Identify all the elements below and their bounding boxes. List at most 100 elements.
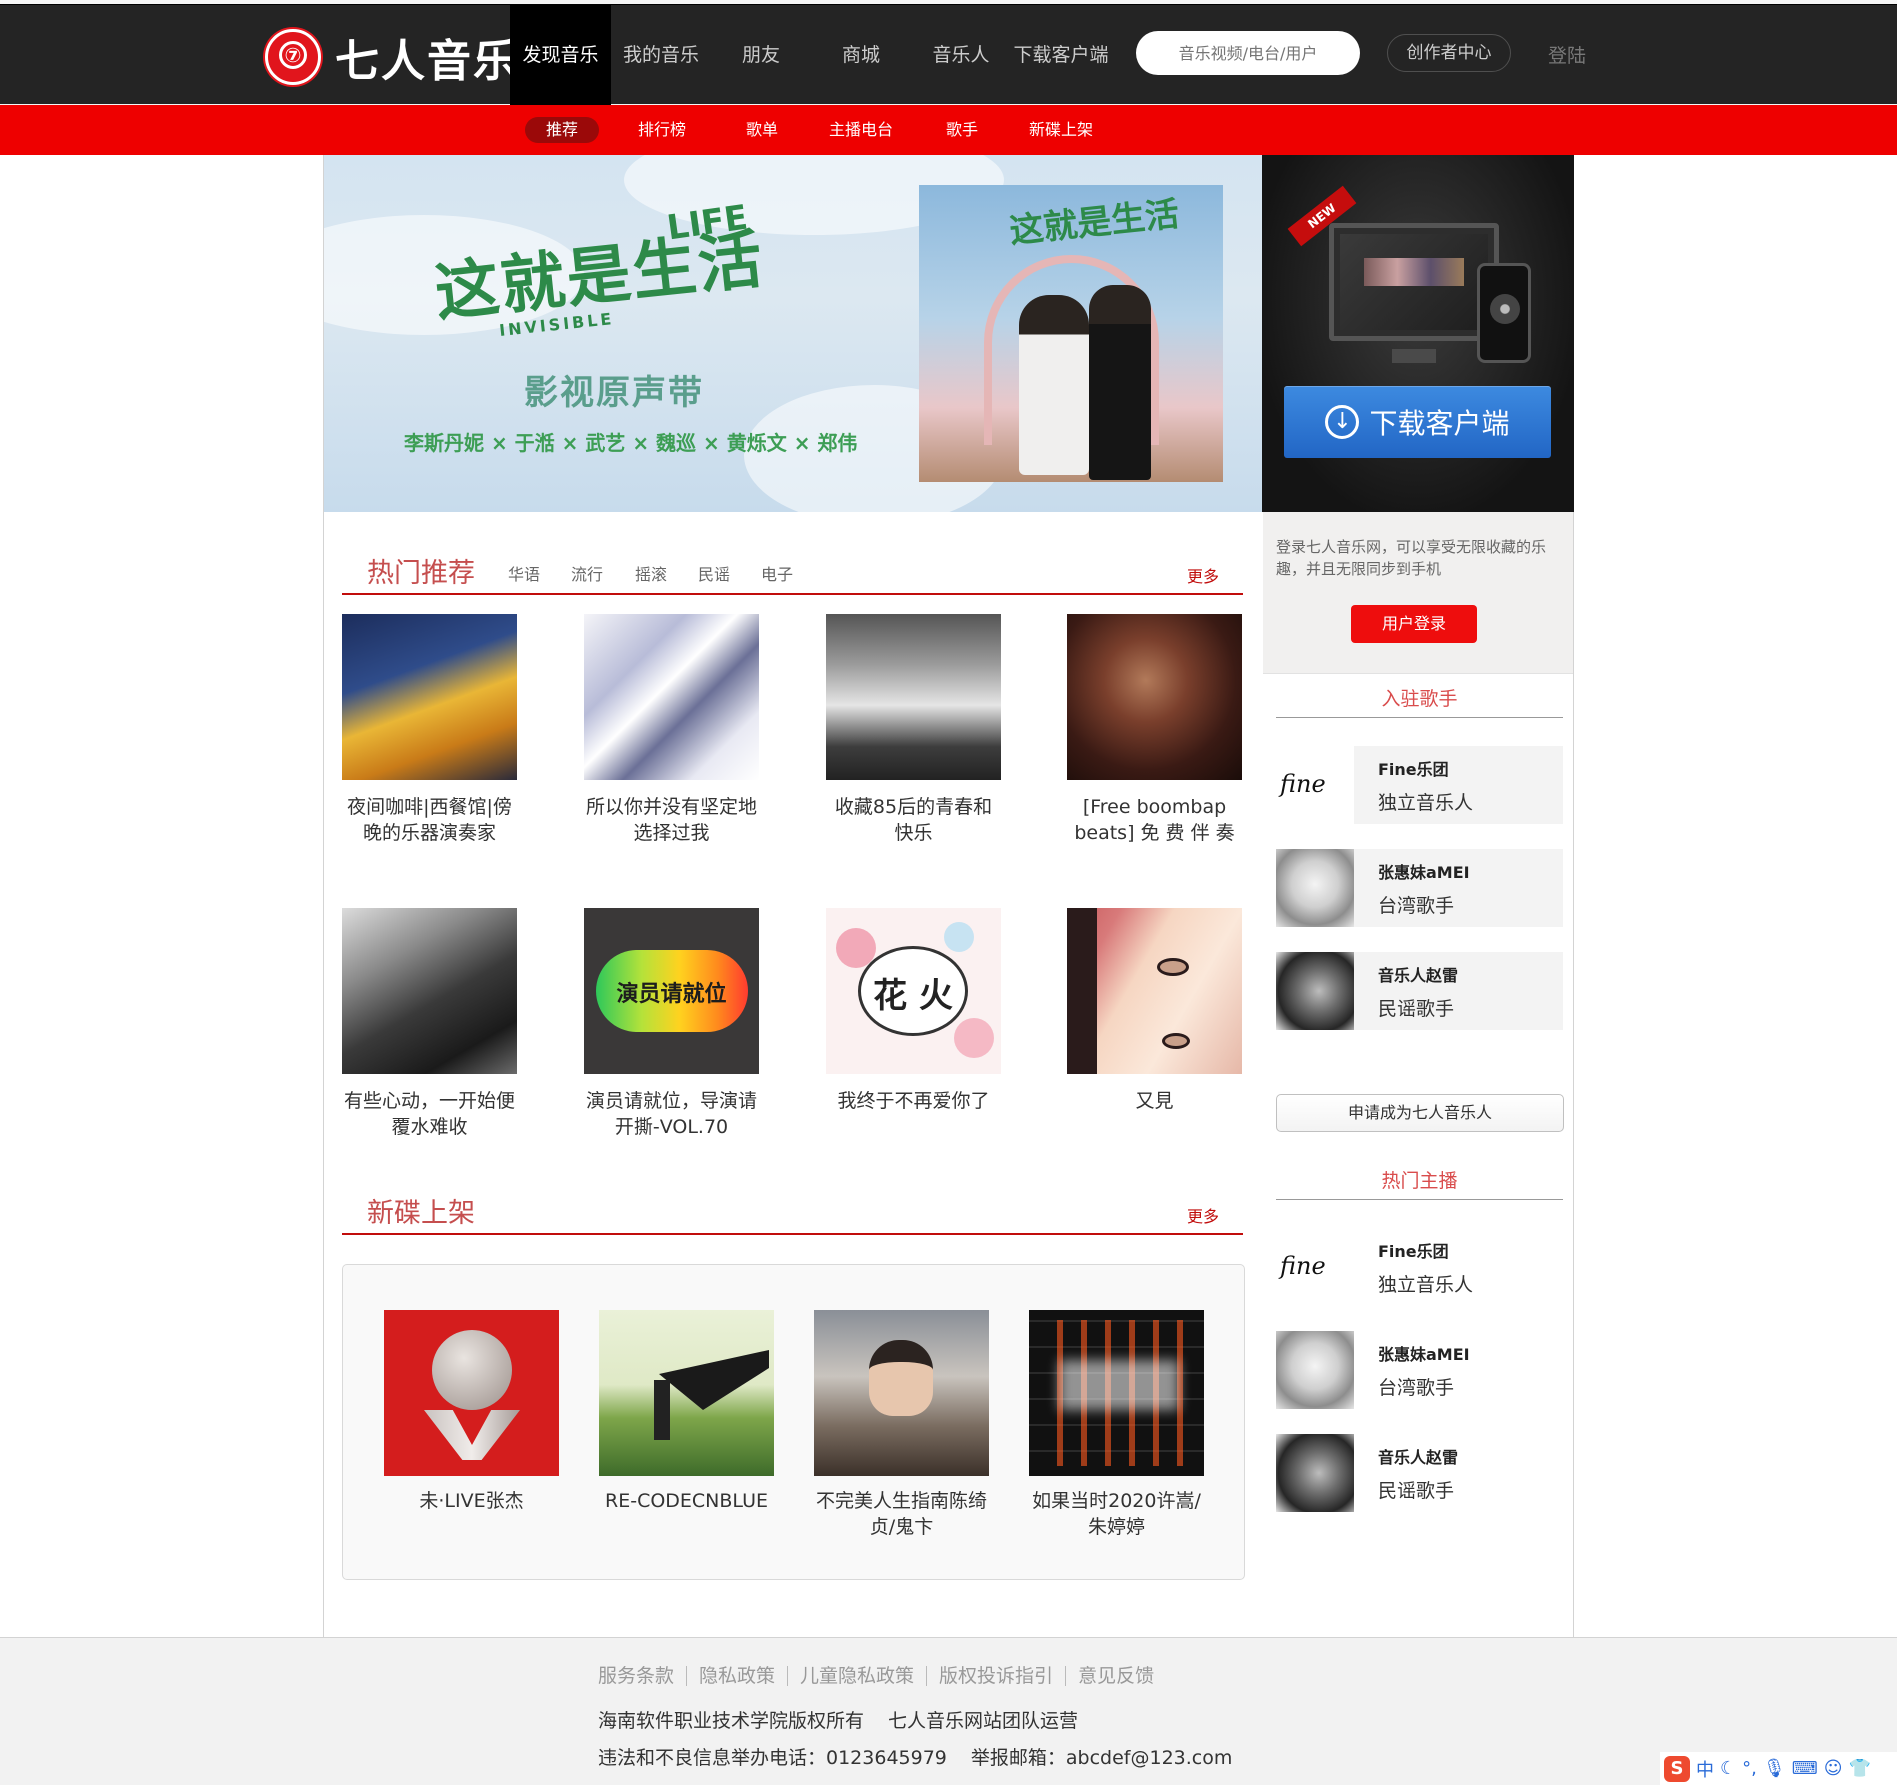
- terms-link[interactable]: 服务条款: [598, 1666, 688, 1686]
- subnav-playlists[interactable]: 歌单: [722, 105, 802, 155]
- feedback-link[interactable]: 意见反馈: [1066, 1666, 1166, 1686]
- singer-item[interactable]: 音乐人赵雷 民谣歌手: [1276, 952, 1563, 1030]
- nav-my-music[interactable]: 我的音乐: [611, 5, 711, 105]
- shirt-icon[interactable]: 👕: [1848, 1758, 1870, 1779]
- download-client-button[interactable]: ↓ 下载客户端: [1284, 386, 1551, 458]
- more-link[interactable]: 更多: [1187, 563, 1219, 587]
- host-item[interactable]: 音乐人赵雷 民谣歌手: [1276, 1434, 1563, 1512]
- playlist-card[interactable]: 又見: [1067, 908, 1242, 1114]
- tag-electronic[interactable]: 电子: [761, 561, 793, 585]
- section-title: 热门推荐: [367, 558, 475, 589]
- album-card[interactable]: 未·LIVE张杰: [384, 1310, 559, 1514]
- microphone-icon[interactable]: 🎙: [1763, 1758, 1786, 1779]
- amei-avatar[interactable]: [1276, 1331, 1354, 1409]
- album-cover[interactable]: [1029, 1310, 1204, 1476]
- login-link[interactable]: 登陆: [1548, 41, 1586, 68]
- apply-musician-button[interactable]: 申请成为七人音乐人: [1276, 1094, 1564, 1132]
- subnav-radio[interactable]: 主播电台: [820, 105, 902, 155]
- tag-chinese[interactable]: 华语: [508, 561, 540, 585]
- subnav-recommend[interactable]: 推荐: [525, 117, 599, 143]
- playlist-cover[interactable]: [826, 614, 1001, 780]
- search-input[interactable]: [1136, 31, 1360, 75]
- album-cover[interactable]: [384, 1310, 559, 1476]
- nav-store[interactable]: 商城: [811, 5, 911, 105]
- singer-name[interactable]: 音乐人赵雷: [1378, 962, 1458, 986]
- playlist-cover[interactable]: 演员请就位: [584, 908, 759, 1074]
- moon-icon[interactable]: ☾: [1720, 1758, 1736, 1779]
- subnav-singers[interactable]: 歌手: [922, 105, 1002, 155]
- fine-band-avatar[interactable]: fine: [1276, 1228, 1354, 1306]
- host-name[interactable]: Fine乐团: [1378, 1238, 1449, 1262]
- punctuation-icon[interactable]: °,: [1742, 1758, 1757, 1779]
- playlist-card[interactable]: 有些心动，一开始便覆水难收: [342, 908, 517, 1140]
- playlist-card[interactable]: 收藏85后的青春和快乐: [826, 614, 1001, 846]
- playlist-title[interactable]: 所以你并没有坚定地选择过我: [584, 794, 759, 846]
- host-item[interactable]: fine Fine乐团 独立音乐人: [1276, 1228, 1563, 1306]
- album-title[interactable]: RE-CODECNBLUE: [599, 1488, 774, 1514]
- user-login-button[interactable]: 用户登录: [1351, 605, 1477, 643]
- tag-pop[interactable]: 流行: [571, 561, 603, 585]
- playlist-cover[interactable]: [342, 614, 517, 780]
- album-cover[interactable]: [814, 1310, 989, 1476]
- playlist-title[interactable]: 演员请就位，导演请开撕-VOL.70: [584, 1088, 759, 1140]
- playlist-card[interactable]: 所以你并没有坚定地选择过我: [584, 614, 759, 846]
- album-card[interactable]: 不完美人生指南陈绮贞/鬼卞: [814, 1310, 989, 1540]
- playlist-card[interactable]: [Free boombap beats] 免 费 伴 奏: [1067, 614, 1242, 846]
- subnav-new-albums[interactable]: 新碟上架: [1020, 105, 1102, 155]
- privacy-link[interactable]: 隐私政策: [687, 1666, 789, 1686]
- playlist-title[interactable]: 收藏85后的青春和快乐: [826, 794, 1001, 846]
- subnav-charts[interactable]: 排行榜: [622, 105, 702, 155]
- sogou-ime-icon[interactable]: S: [1664, 1755, 1690, 1782]
- playlist-title[interactable]: 又見: [1067, 1088, 1242, 1114]
- host-name[interactable]: 音乐人赵雷: [1378, 1444, 1458, 1468]
- ime-mode-indicator[interactable]: 中: [1696, 1756, 1714, 1782]
- playlist-card[interactable]: 夜间咖啡|西餐馆|傍晚的乐器演奏家: [342, 614, 517, 846]
- keyboard-icon[interactable]: ⌨: [1792, 1758, 1818, 1779]
- download-button-label: 下载客户端: [1369, 407, 1510, 440]
- playlist-cover[interactable]: [1067, 614, 1242, 780]
- playlist-cover[interactable]: [342, 908, 517, 1074]
- fine-logo-text: fine: [1280, 770, 1326, 798]
- more-link[interactable]: 更多: [1187, 1203, 1219, 1227]
- banner-carousel[interactable]: 这就是生活 LIFE INVISIBLE 影视原声带 李斯丹妮 × 于湉 × 武…: [324, 155, 1262, 512]
- album-card[interactable]: 如果当时2020许嵩/朱婷婷: [1029, 1310, 1204, 1540]
- playlist-cover[interactable]: 花 火: [826, 908, 1001, 1074]
- singer-item[interactable]: fine Fine乐团 独立音乐人: [1276, 746, 1563, 824]
- playlist-title[interactable]: [Free boombap beats] 免 费 伴 奏: [1067, 794, 1242, 846]
- album-title[interactable]: 如果当时2020许嵩/朱婷婷: [1029, 1488, 1204, 1540]
- singer-item[interactable]: 张惠妹aMEI 台湾歌手: [1276, 849, 1563, 927]
- creator-center-button[interactable]: 创作者中心: [1387, 34, 1511, 72]
- playlist-title[interactable]: 有些心动，一开始便覆水难收: [342, 1088, 517, 1140]
- tag-folk[interactable]: 民谣: [698, 561, 730, 585]
- playlist-title[interactable]: 我终于不再爱你了: [826, 1088, 1001, 1114]
- copyright-complaint-link[interactable]: 版权投诉指引: [927, 1666, 1067, 1686]
- site-logo[interactable]: ⑦ 七人音乐: [265, 28, 519, 87]
- fine-band-avatar[interactable]: fine: [1276, 746, 1354, 824]
- album-title[interactable]: 未·LIVE张杰: [384, 1488, 559, 1514]
- album-card[interactable]: RE-CODECNBLUE: [599, 1310, 774, 1514]
- amei-avatar[interactable]: [1276, 849, 1354, 927]
- singer-name[interactable]: Fine乐团: [1378, 756, 1449, 780]
- playlist-cover[interactable]: [584, 614, 759, 780]
- user-icon[interactable]: ☺: [1824, 1758, 1843, 1779]
- zhaolei-avatar[interactable]: [1276, 1434, 1354, 1512]
- report-phone: 违法和不良信息举办电话：0123645979: [598, 1747, 947, 1769]
- nav-download-client[interactable]: 下载客户端: [1011, 5, 1111, 105]
- nav-friends[interactable]: 朋友: [711, 5, 811, 105]
- tag-rock[interactable]: 摇滚: [635, 561, 667, 585]
- nav-discover-music[interactable]: 发现音乐: [510, 5, 611, 105]
- host-name[interactable]: 张惠妹aMEI: [1378, 1341, 1470, 1365]
- host-item[interactable]: 张惠妹aMEI 台湾歌手: [1276, 1331, 1563, 1409]
- zhaolei-avatar[interactable]: [1276, 952, 1354, 1030]
- nav-musicians[interactable]: 音乐人: [911, 5, 1011, 105]
- album-cover[interactable]: [599, 1310, 774, 1476]
- child-privacy-link[interactable]: 儿童隐私政策: [788, 1666, 928, 1686]
- album-title[interactable]: 不完美人生指南陈绮贞/鬼卞: [814, 1488, 989, 1540]
- playlist-card[interactable]: 演员请就位 演员请就位，导演请开撕-VOL.70: [584, 908, 759, 1140]
- banner-tagline: 影视原声带: [524, 373, 704, 413]
- ime-toolbar[interactable]: S 中 ☾ °, 🎙 ⌨ ☺ 👕: [1660, 1752, 1897, 1785]
- playlist-cover[interactable]: [1067, 908, 1242, 1074]
- playlist-card[interactable]: 花 火 我终于不再爱你了: [826, 908, 1001, 1114]
- playlist-title[interactable]: 夜间咖啡|西餐馆|傍晚的乐器演奏家: [342, 794, 517, 846]
- singer-name[interactable]: 张惠妹aMEI: [1378, 859, 1470, 883]
